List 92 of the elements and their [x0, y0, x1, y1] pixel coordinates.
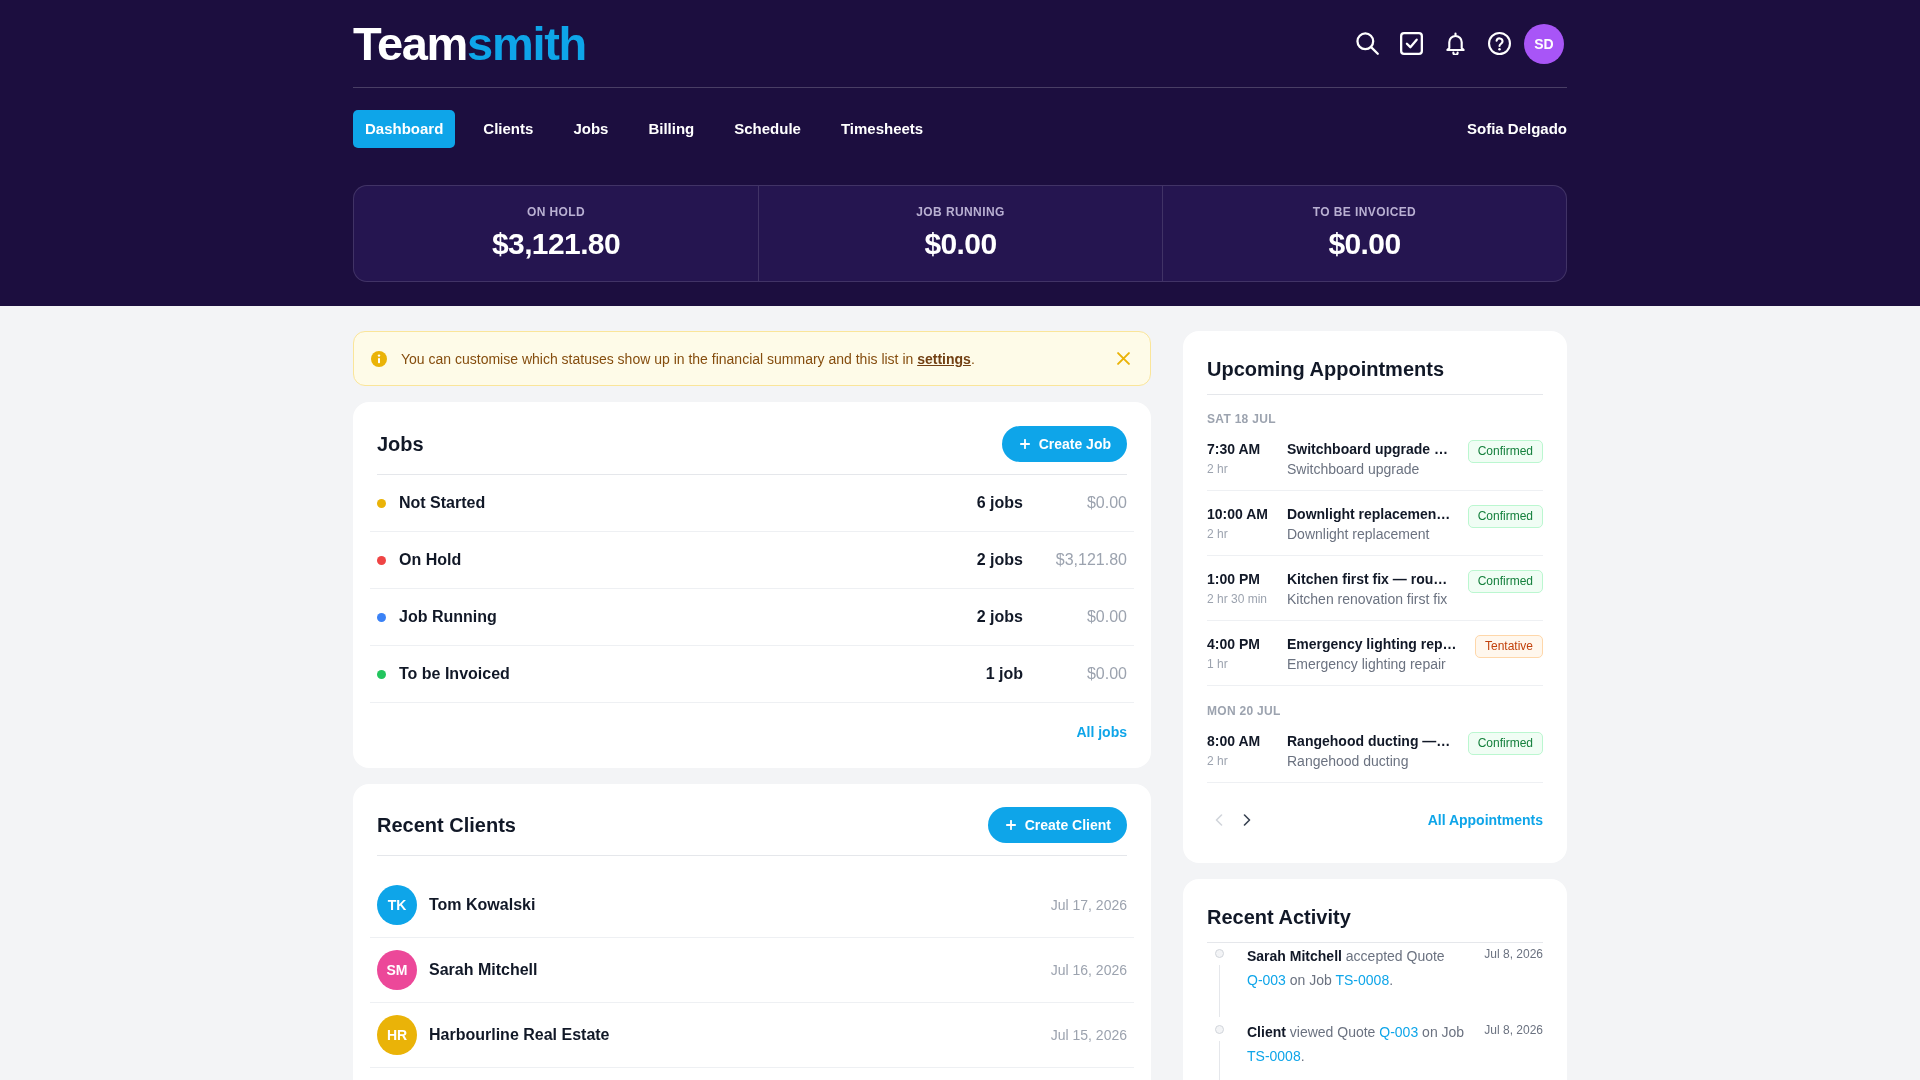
- appointment-duration: 2 hr: [1207, 526, 1229, 543]
- create-button[interactable]: Create Client: [987, 807, 1127, 843]
- status-badge: Confirmed: [1467, 505, 1543, 528]
- job-count: 2 jobs: [976, 608, 1023, 626]
- card-title: Upcoming Appointments: [1207, 357, 1445, 381]
- nav-tab[interactable]: Clients: [471, 110, 546, 148]
- activity-link[interactable]: Q-003: [1379, 1024, 1419, 1040]
- client-avatar: SM: [377, 950, 417, 990]
- banner-link[interactable]: settings: [917, 350, 971, 367]
- user-menu[interactable]: Sofia Delgado: [1467, 120, 1567, 138]
- appointment-time: 4:00 PM: [1207, 635, 1261, 653]
- status-badge: Tentative: [1474, 635, 1543, 658]
- nav-tab[interactable]: Schedule: [722, 110, 813, 148]
- stat-label: TO BE INVOICED: [1311, 205, 1418, 219]
- client-name: Sarah Mitchell: [429, 961, 539, 979]
- appointment-time: 7:30 AM: [1207, 440, 1262, 458]
- nav-tab[interactable]: Jobs: [561, 110, 621, 148]
- day-heading: SAT 18 JUL: [1207, 412, 1277, 426]
- card-title: Recent Clients: [377, 813, 516, 837]
- stat-label: ON HOLD: [525, 205, 587, 219]
- card-title: Jobs: [377, 432, 424, 456]
- logo: Teamsmith: [353, 20, 586, 67]
- client-date: Jul 15, 2026: [1050, 1027, 1127, 1043]
- status-badge: Confirmed: [1467, 570, 1543, 593]
- appointment-title: Emergency lighting rep…: [1287, 635, 1458, 653]
- job-status-label: Job Running: [399, 608, 498, 626]
- search-icon[interactable]: [1356, 32, 1379, 55]
- job-status-label: To be Invoiced: [399, 665, 511, 683]
- client-name: Tom Kowalski: [429, 896, 537, 914]
- close-icon: [1117, 352, 1130, 365]
- appointment-subtitle: Rangehood ducting: [1287, 752, 1410, 770]
- appointment-subtitle: Downlight replacement: [1287, 525, 1431, 543]
- day-heading: MON 20 JUL: [1207, 704, 1282, 718]
- activity-link[interactable]: Q-003: [1247, 972, 1286, 988]
- appointment-duration: 1 hr: [1207, 656, 1229, 673]
- nav-tab[interactable]: Dashboard: [353, 110, 456, 148]
- client-date: Jul 17, 2026: [1050, 897, 1127, 913]
- chevron-right-icon: [1243, 814, 1251, 826]
- stat-label: JOB RUNNING: [915, 205, 1006, 219]
- job-amount: $3,121.80: [1054, 551, 1127, 569]
- client-name: Harbourline Real Estate: [429, 1026, 611, 1044]
- stat-value: $0.00: [1327, 226, 1402, 262]
- status-badge: Confirmed: [1467, 440, 1543, 463]
- job-amount: $0.00: [1085, 665, 1127, 683]
- activity-date: Jul 8, 2026: [1484, 1022, 1543, 1039]
- all-appointments-link[interactable]: All Appointments: [1427, 810, 1543, 830]
- appointment-title: Rangehood ducting —…: [1287, 732, 1452, 750]
- timeline-dot-icon: [1214, 949, 1224, 958]
- create-button[interactable]: Create Job: [1001, 426, 1127, 462]
- job-amount: $0.00: [1085, 608, 1127, 626]
- job-count: 6 jobs: [976, 494, 1023, 512]
- appointment-subtitle: Emergency lighting repair: [1287, 655, 1447, 673]
- appointment-title: Kitchen first fix — rou…: [1287, 570, 1449, 588]
- job-amount: $0.00: [1085, 494, 1127, 512]
- all-jobs-link[interactable]: All jobs: [1076, 722, 1127, 742]
- card-title: Recent Activity: [1207, 905, 1351, 929]
- client-avatar: TK: [377, 885, 417, 925]
- nav-tab[interactable]: Billing: [636, 110, 707, 148]
- job-count: 1 job: [985, 665, 1023, 683]
- job-status-label: On Hold: [399, 551, 463, 569]
- activity-text: Sarah Mitchell accepted Quote Q-003 on Job TS-0008.: [1247, 947, 1446, 990]
- user-avatar[interactable]: SD: [1524, 23, 1564, 64]
- plus-icon: [1019, 439, 1030, 449]
- help-icon[interactable]: [1488, 32, 1511, 55]
- job-status-label: Not Started: [399, 494, 487, 512]
- check-square-icon[interactable]: [1400, 32, 1423, 55]
- bell-icon[interactable]: [1444, 32, 1467, 55]
- status-badge: Confirmed: [1467, 732, 1543, 755]
- appointment-duration: 2 hr: [1207, 753, 1229, 770]
- nav-tab[interactable]: Timesheets: [828, 110, 936, 148]
- activity-text: Client viewed Quote Q-003 on Job TS-0008.: [1247, 1023, 1466, 1066]
- job-count: 2 jobs: [976, 551, 1023, 569]
- stat-value: $3,121.80: [490, 226, 622, 262]
- appointment-subtitle: Kitchen renovation first fix: [1287, 590, 1449, 608]
- appointment-time: 8:00 AM: [1207, 732, 1262, 750]
- appointment-title: Switchboard upgrade …: [1287, 440, 1449, 458]
- chevron-left-icon: [1215, 814, 1223, 826]
- plus-icon: [1005, 820, 1016, 830]
- activity-date: Jul 8, 2026: [1484, 946, 1543, 963]
- timeline-dot-icon: [1214, 1025, 1224, 1034]
- info-icon: [371, 350, 387, 367]
- appointment-duration: 2 hr: [1207, 461, 1229, 478]
- client-date: Jul 16, 2026: [1050, 962, 1127, 978]
- appointment-time: 10:00 AM: [1207, 505, 1269, 523]
- appointment-subtitle: Switchboard upgrade: [1287, 460, 1421, 478]
- banner-message: You can customise which statuses show up in the financial summary and this list in settings.: [401, 349, 975, 368]
- appointment-time: 1:00 PM: [1207, 570, 1261, 588]
- stat-value: $0.00: [923, 226, 998, 262]
- client-avatar: HR: [377, 1015, 417, 1055]
- appointment-duration: 2 hr 30 min: [1207, 591, 1269, 608]
- appointment-title: Downlight replacemen…: [1287, 505, 1452, 523]
- activity-link[interactable]: TS-0008: [1247, 1048, 1301, 1064]
